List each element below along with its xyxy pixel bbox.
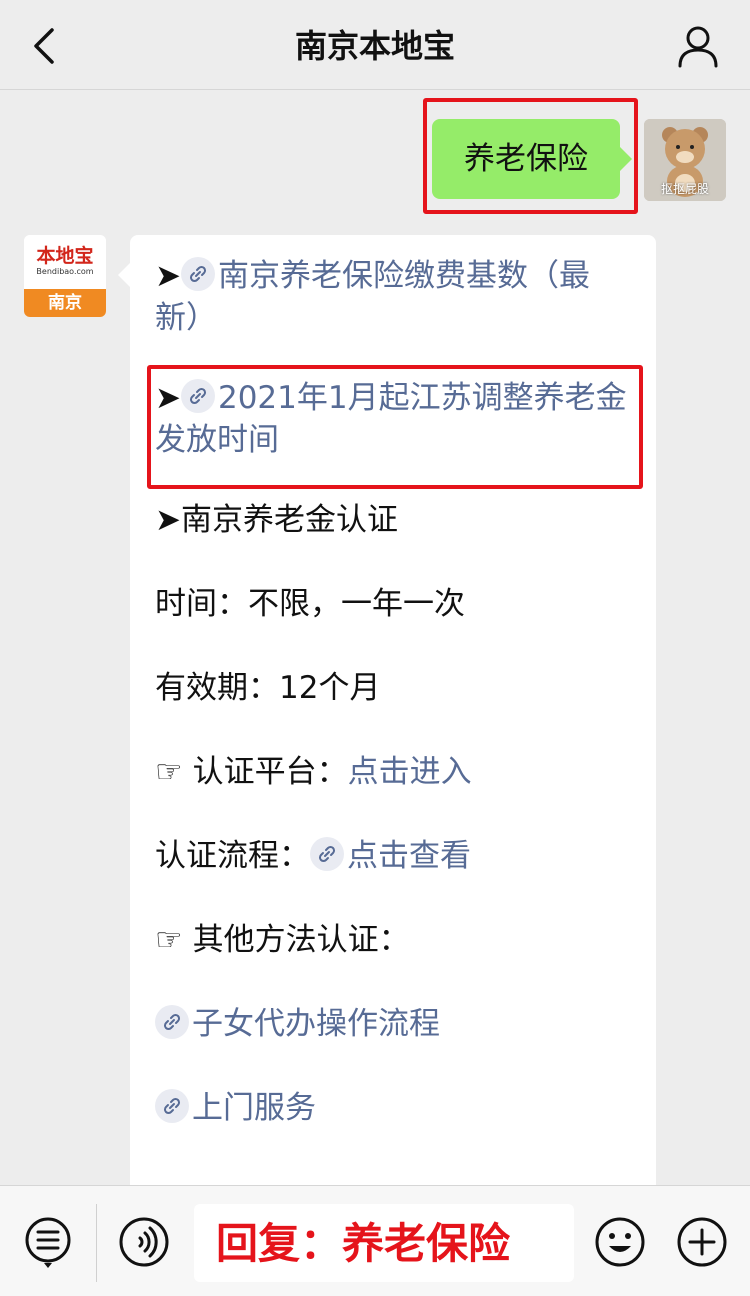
pointing-hand-icon: ☞ — [155, 922, 193, 958]
info-label: 认证流程： — [155, 838, 310, 874]
chat-input-bar: 回复：养老保险 — [0, 1185, 750, 1296]
emoji-icon[interactable] — [594, 1216, 646, 1268]
highlight-box-article — [147, 365, 643, 489]
profile-icon[interactable] — [676, 24, 720, 68]
list-item[interactable]: 上门服务 — [155, 1087, 635, 1129]
info-label: 认证平台： — [192, 754, 348, 790]
info-text: 其他方法认证： — [192, 922, 410, 958]
info-text: 时间：不限，一年一次 — [155, 586, 465, 622]
outgoing-message-text: 养老保险 — [464, 141, 588, 177]
user-avatar[interactable]: 抠抠屁股 — [644, 119, 726, 201]
list-item[interactable]: 子女代办操作流程 — [155, 1003, 635, 1045]
avatar-city-label: 南京 — [24, 289, 106, 317]
pointing-hand-icon: ☞ — [155, 754, 193, 790]
link-view-process[interactable]: 点击查看 — [347, 838, 471, 874]
toolbar-divider — [96, 1204, 97, 1282]
list-item: ☞ 其他方法认证： — [155, 919, 635, 961]
link-chain-icon — [310, 837, 344, 871]
list-item: 认证流程： 点击查看 — [155, 835, 635, 877]
account-avatar[interactable]: 本地宝 Bendibao.com 南京 — [24, 235, 106, 317]
list-item: ☞ 认证平台：点击进入 — [155, 751, 635, 793]
outgoing-message-bubble[interactable]: 养老保险 — [432, 119, 632, 199]
message-input[interactable]: 回复：养老保险 — [194, 1204, 574, 1282]
section-heading: 南京养老金认证 — [180, 502, 398, 538]
arrow-bullet: ➤ — [155, 502, 181, 538]
link-chain-icon — [180, 257, 215, 291]
avatar-brand-logo: 本地宝 — [36, 245, 94, 267]
voice-icon[interactable] — [118, 1216, 170, 1268]
message-input-text: 回复：养老保险 — [216, 1219, 511, 1268]
list-item: ➤南京养老金认证 — [155, 499, 635, 541]
menu-list-icon[interactable] — [24, 1216, 74, 1270]
user-avatar-caption: 抠抠屁股 — [660, 182, 709, 196]
avatar-brand-domain: Bendibao.com — [36, 267, 94, 276]
link-enter-platform[interactable]: 点击进入 — [348, 754, 472, 790]
arrow-bullet: ➤ — [155, 258, 181, 294]
article-link-pension-base[interactable]: 南京养老保险缴费基数（最新） — [155, 258, 590, 336]
link-home-service[interactable]: 上门服务 — [192, 1090, 316, 1126]
link-chain-icon — [155, 1005, 189, 1039]
link-children-proxy[interactable]: 子女代办操作流程 — [192, 1006, 440, 1042]
list-item[interactable]: ➤ 南京养老保险缴费基数（最新） — [155, 255, 635, 339]
chat-header: 南京本地宝 — [0, 0, 750, 90]
link-chain-icon — [155, 1089, 189, 1123]
chat-message-list[interactable]: 养老保险 抠抠屁股 本地宝 Bendibao.com 南京 ➤ 南京养老保险缴费基… — [0, 91, 750, 1185]
list-item: 时间：不限，一年一次 — [155, 583, 635, 625]
plus-icon[interactable] — [676, 1216, 728, 1268]
chat-title: 南京本地宝 — [294, 27, 455, 65]
info-text: 有效期：12个月 — [155, 670, 381, 706]
list-item: 有效期：12个月 — [155, 667, 635, 709]
